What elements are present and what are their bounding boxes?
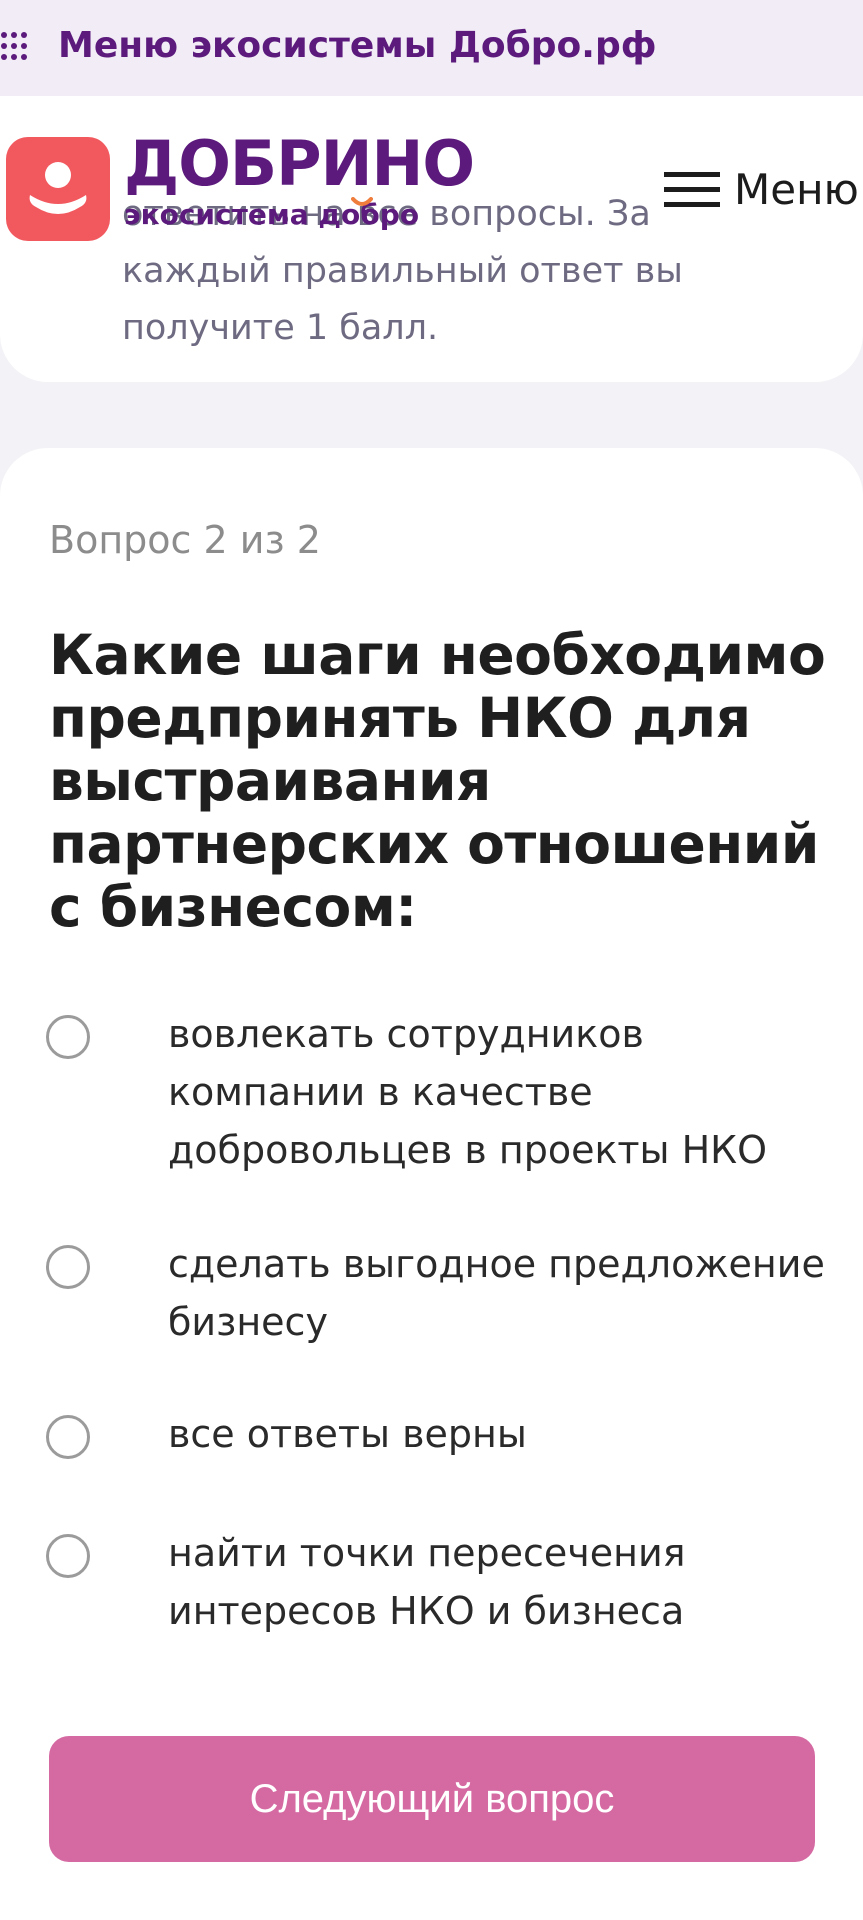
answer-option-label[interactable]: все ответы верны <box>168 1405 836 1463</box>
ecosystem-menu-bar[interactable]: Меню экосистемы Добро.рф <box>0 0 863 96</box>
brand-name[interactable]: ДОБРИНО <box>124 128 475 200</box>
radio-button[interactable] <box>46 1015 90 1059</box>
next-question-button[interactable]: Следующий вопрос <box>49 1736 815 1862</box>
question-title: Какие шаги необходимо предпринять НКО дл… <box>49 623 826 939</box>
brand-subtitle-prefix: экосистема <box>124 198 319 231</box>
answer-option[interactable]: сделать выгодное предложение бизнесу <box>46 1235 836 1351</box>
smile-icon <box>351 197 373 206</box>
answer-option-label[interactable]: сделать выгодное предложение бизнесу <box>168 1235 836 1351</box>
menu-button[interactable]: Меню <box>664 160 863 220</box>
answer-option-label[interactable]: вовлекать сотрудников компании в качеств… <box>168 1005 836 1179</box>
answer-option-label[interactable]: найти точки пересечения интересов НКО и … <box>168 1524 836 1640</box>
next-question-label: Следующий вопрос <box>249 1777 615 1821</box>
radio-button[interactable] <box>46 1534 90 1578</box>
hamburger-icon <box>664 172 720 207</box>
answer-option[interactable]: все ответы верны <box>46 1405 836 1463</box>
menu-label: Меню <box>734 165 859 214</box>
grid-dots-icon <box>1 32 27 60</box>
brand-subtitle: экосистема добро <box>124 198 419 232</box>
person-icon <box>29 162 87 214</box>
radio-button[interactable] <box>46 1415 90 1459</box>
question-progress: Вопрос 2 из 2 <box>49 518 321 562</box>
ecosystem-menu-title[interactable]: Меню экосистемы Добро.рф <box>58 22 656 70</box>
answer-option[interactable]: вовлекать сотрудников компании в качеств… <box>46 1005 836 1179</box>
answer-option[interactable]: найти точки пересечения интересов НКО и … <box>46 1524 836 1640</box>
radio-button[interactable] <box>46 1245 90 1289</box>
